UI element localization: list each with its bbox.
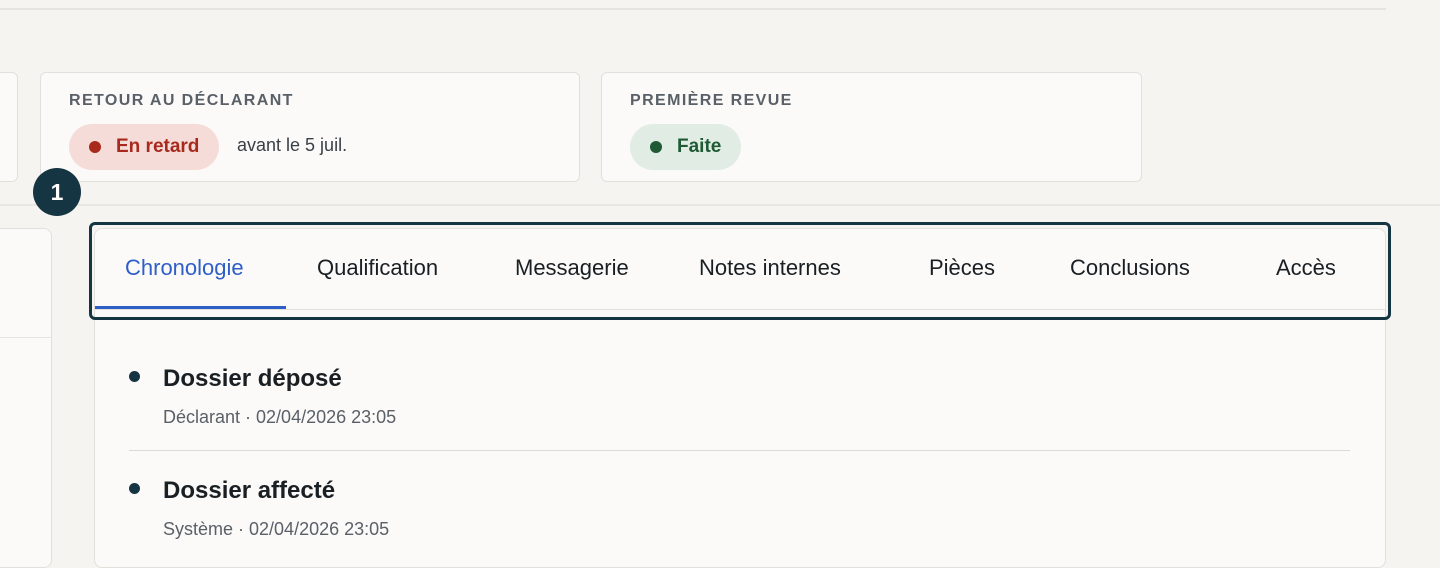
status-badge-done: Faite: [630, 124, 742, 170]
status-badge-late: En retard: [69, 124, 220, 170]
status-badge-label: Faite: [677, 136, 722, 157]
status-badge-label: En retard: [116, 136, 200, 157]
due-date-text: avant le 5 juil.: [237, 135, 348, 155]
timeline-item-meta: Système · 02/04/2026 23:05: [163, 519, 390, 539]
card-label: PREMIÈRE REVUE: [630, 92, 793, 109]
top-divider: [0, 8, 1386, 10]
timeline-bullet-icon: [129, 371, 140, 382]
status-dot-icon: [650, 141, 662, 153]
section-divider: [0, 204, 1440, 206]
step-badge: 1: [33, 168, 81, 216]
side-panel-divider: [0, 337, 51, 338]
timeline-item-meta: Déclarant · 02/04/2026 23:05: [163, 407, 397, 427]
timeline-item-title: Dossier affecté: [163, 477, 336, 504]
status-card-retour: RETOUR AU DÉCLARANT En retard avant le 5…: [40, 72, 580, 182]
card-label: RETOUR AU DÉCLARANT: [69, 92, 294, 109]
timeline-item-title: Dossier déposé: [163, 365, 342, 392]
side-panel: [0, 228, 52, 568]
tabbar-focus-outline: [89, 222, 1391, 320]
timeline-bullet-icon: [129, 483, 140, 494]
status-card-partial: [0, 72, 18, 182]
timeline-separator: [129, 450, 1350, 451]
status-card-revue: PREMIÈRE REVUE Faite: [601, 72, 1142, 182]
status-dot-icon: [89, 141, 101, 153]
